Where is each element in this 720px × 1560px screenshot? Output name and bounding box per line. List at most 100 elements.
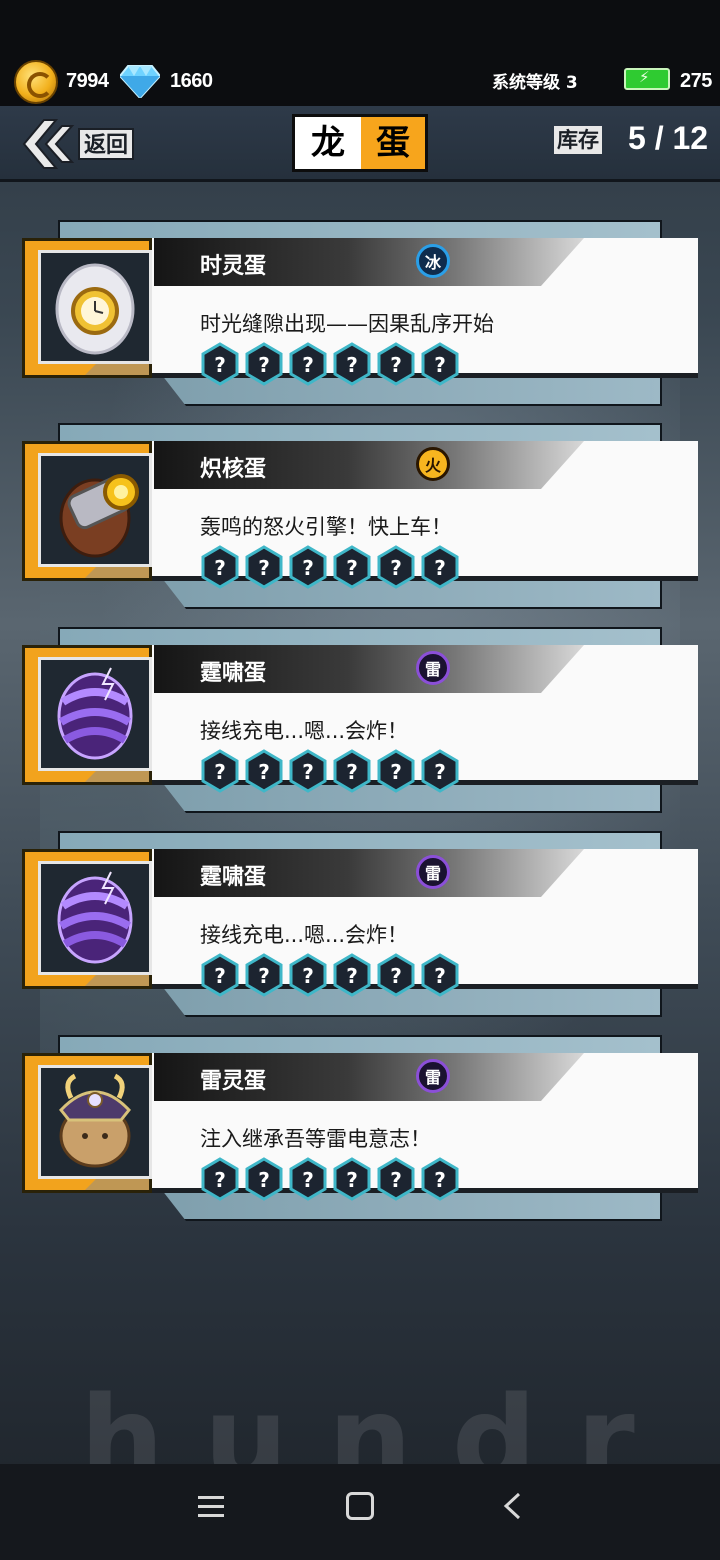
- star-glyph: ?: [390, 1168, 402, 1192]
- star-glyph: ?: [258, 1168, 270, 1192]
- egg-portrait: [38, 657, 152, 771]
- locked-star-icon: ?: [421, 342, 459, 386]
- locked-star-icon: ?: [245, 953, 283, 997]
- back-label: 返回: [78, 128, 135, 160]
- coin-icon: [14, 60, 58, 104]
- star-glyph: ?: [390, 964, 402, 988]
- egg-card[interactable]: 时灵蛋 冰 时光缝隙出现——因果乱序开始 ??????: [0, 220, 720, 412]
- egg-card-body: 时灵蛋 冰 时光缝隙出现——因果乱序开始 ??????: [22, 238, 698, 386]
- star-glyph: ?: [390, 556, 402, 580]
- star-glyph: ?: [390, 760, 402, 784]
- locked-star-icon: ?: [333, 545, 371, 589]
- home-icon[interactable]: [346, 1492, 374, 1520]
- egg-card[interactable]: 霆啸蛋 雷 接线充电...嗯...会炸！ ??????: [0, 831, 720, 1023]
- egg-description: 轰鸣的怒火引擎！快上车！: [200, 515, 452, 539]
- element-icon: 火: [416, 447, 450, 481]
- egg-name: 炽核蛋: [200, 457, 267, 482]
- locked-star-icon: ?: [245, 1157, 283, 1201]
- star-glyph: ?: [258, 353, 270, 377]
- star-glyph: ?: [302, 760, 314, 784]
- locked-star-icon: ?: [421, 749, 459, 793]
- locked-star-icon: ?: [289, 342, 327, 386]
- egg-name: 霆啸蛋: [200, 661, 267, 686]
- back-arrow-icon[interactable]: [502, 1492, 522, 1520]
- star-row: ??????: [200, 545, 470, 589]
- star-glyph: ?: [346, 556, 358, 580]
- inventory-count: 5 / 12: [628, 120, 709, 156]
- locked-star-icon: ?: [421, 1157, 459, 1201]
- energy-icon: [624, 68, 670, 90]
- star-glyph: ?: [258, 556, 270, 580]
- thunder-egg-icon: [57, 871, 133, 964]
- egg-description: 注入继承吾等雷电意志！: [200, 1127, 431, 1151]
- locked-star-icon: ?: [201, 953, 239, 997]
- locked-star-icon: ?: [201, 342, 239, 386]
- title-left: 龙: [295, 117, 361, 169]
- locked-star-icon: ?: [289, 1157, 327, 1201]
- resource-bar: 7994 1660 系统等级 3 275: [0, 0, 720, 106]
- egg-portrait: [38, 453, 152, 567]
- star-glyph: ?: [434, 556, 446, 580]
- locked-star-icon: ?: [377, 1157, 415, 1201]
- egg-card[interactable]: 雷灵蛋 雷 注入继承吾等雷电意志！ ??????: [0, 1035, 720, 1227]
- star-glyph: ?: [302, 556, 314, 580]
- star-row: ??????: [200, 749, 470, 793]
- star-glyph: ?: [434, 1168, 446, 1192]
- element-icon: 冰: [416, 244, 450, 278]
- egg-name: 霆啸蛋: [200, 865, 267, 890]
- thunder-egg-icon: [57, 667, 133, 760]
- egg-description: 接线充电...嗯...会炸！: [200, 923, 409, 947]
- egg-card[interactable]: 炽核蛋 火 轰鸣的怒火引擎！快上车！ ??????: [0, 423, 720, 615]
- system-nav-bar: [0, 1464, 720, 1560]
- title-right: 蛋: [361, 117, 425, 169]
- egg-name: 雷灵蛋: [200, 1069, 267, 1094]
- egg-card[interactable]: 霆啸蛋 雷 接线充电...嗯...会炸！ ??????: [0, 627, 720, 819]
- star-glyph: ?: [302, 964, 314, 988]
- star-glyph: ?: [214, 760, 226, 784]
- egg-name: 时灵蛋: [200, 254, 267, 279]
- star-glyph: ?: [214, 1168, 226, 1192]
- engine-egg-icon: [59, 474, 139, 558]
- coin-count: 7994: [66, 70, 109, 92]
- locked-star-icon: ?: [289, 953, 327, 997]
- locked-star-icon: ?: [201, 749, 239, 793]
- diamond-icon: [120, 65, 160, 98]
- locked-star-icon: ?: [377, 953, 415, 997]
- locked-star-icon: ?: [421, 953, 459, 997]
- locked-star-icon: ?: [333, 1157, 371, 1201]
- locked-star-icon: ?: [201, 545, 239, 589]
- egg-card-body: 炽核蛋 火 轰鸣的怒火引擎！快上车！ ??????: [22, 441, 698, 589]
- inventory-label: 库存: [554, 126, 602, 154]
- star-glyph: ?: [390, 353, 402, 377]
- star-row: ??????: [200, 1157, 470, 1201]
- back-button[interactable]: 返回: [20, 116, 140, 172]
- page-title: 龙 蛋: [292, 114, 428, 172]
- locked-star-icon: ?: [377, 545, 415, 589]
- locked-star-icon: ?: [201, 1157, 239, 1201]
- gem-count: 1660: [170, 70, 213, 92]
- locked-star-icon: ?: [333, 342, 371, 386]
- star-glyph: ?: [302, 1168, 314, 1192]
- star-glyph: ?: [346, 1168, 358, 1192]
- star-glyph: ?: [258, 760, 270, 784]
- egg-card-body: 霆啸蛋 雷 接线充电...嗯...会炸！ ??????: [22, 849, 698, 997]
- star-glyph: ?: [434, 760, 446, 784]
- star-row: ??????: [200, 953, 470, 997]
- star-glyph: ?: [434, 964, 446, 988]
- menu-icon[interactable]: [198, 1496, 224, 1518]
- locked-star-icon: ?: [333, 749, 371, 793]
- egg-portrait: [38, 1065, 152, 1179]
- egg-description: 接线充电...嗯...会炸！: [200, 719, 409, 743]
- star-glyph: ?: [434, 353, 446, 377]
- locked-star-icon: ?: [245, 342, 283, 386]
- locked-star-icon: ?: [289, 749, 327, 793]
- locked-star-icon: ?: [333, 953, 371, 997]
- header-bar: 返回 龙 蛋 库存 5 / 12: [0, 106, 720, 182]
- egg-card-body: 雷灵蛋 雷 注入继承吾等雷电意志！ ??????: [22, 1053, 698, 1201]
- energy-count: 275: [680, 70, 712, 92]
- element-icon: 雷: [416, 855, 450, 889]
- egg-portrait: [38, 250, 152, 364]
- locked-star-icon: ?: [377, 342, 415, 386]
- star-glyph: ?: [258, 964, 270, 988]
- double-chevron-left-icon: [22, 119, 75, 169]
